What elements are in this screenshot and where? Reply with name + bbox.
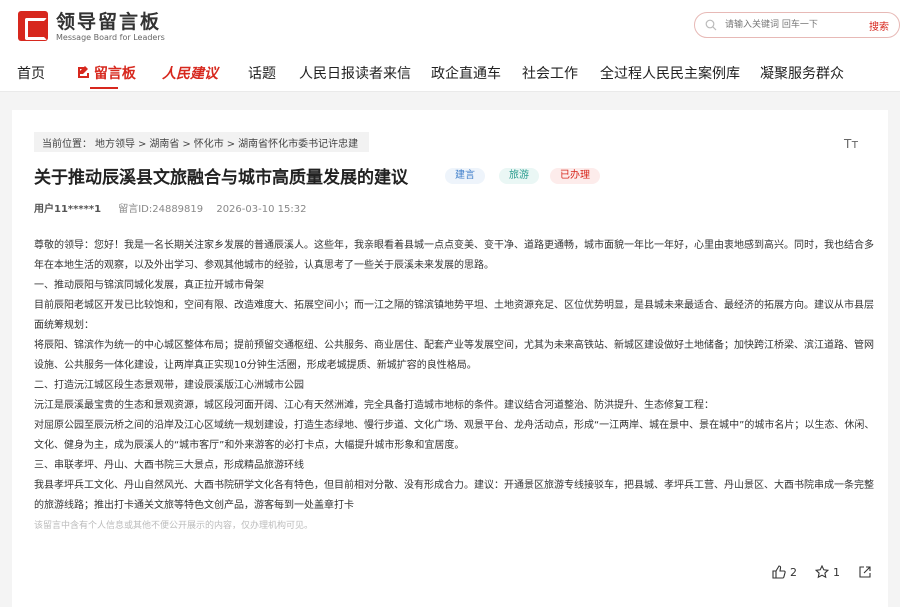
logo-subtitle: Message Board for Leaders <box>56 33 165 42</box>
logo-icon <box>18 11 48 41</box>
nav-people-suggestion[interactable]: 人民建议 <box>162 63 218 83</box>
message-body: 尊敬的领导：您好！我是一名长期关注家乡发展的普通辰溪人。这些年，我亲眼看着县城一… <box>34 236 878 536</box>
nav-serve-masses[interactable]: 凝聚服务群众 <box>760 63 844 83</box>
breadcrumb-leader[interactable]: 湖南省怀化市委书记许忠建 <box>238 139 358 150</box>
message-id: 留言ID:24889819 <box>118 204 204 215</box>
message-card: 当前位置： 地方领导 > 湖南省 > 怀化市 > 湖南省怀化市委书记许忠建 Tт 关于推动辰溪… <box>12 110 888 607</box>
like-button[interactable]: 2 <box>772 565 797 579</box>
body-heading: 三、串联孝坪、丹山、大酉书院三大景点，形成精品旅游环线 <box>34 460 304 471</box>
nav-message-board-label: 留言板 <box>93 66 136 82</box>
breadcrumb-hunan[interactable]: 湖南省 <box>149 139 179 150</box>
main-nav: 首页 留言板 人民建议 话题 人民日报读者来信 政企直通车 社会工作 全过程人民… <box>0 60 900 90</box>
message-board-icon <box>78 66 89 78</box>
breadcrumb-local-leaders[interactable]: 地方领导 <box>95 139 135 150</box>
search-box: 搜索 <box>694 12 900 38</box>
breadcrumb-separator: > <box>138 139 147 150</box>
body-heading: 二、打造沅江城区段生态景观带，建设辰溪版江心洲城市公园 <box>34 380 304 391</box>
site-logo[interactable]: 领导留言板 Message Board for Leaders <box>18 11 165 43</box>
tag-suggestion: 建言 <box>445 168 485 184</box>
search-icon <box>705 19 717 31</box>
top-header: 领导留言板 Message Board for Leaders 搜索 首页 留言… <box>0 0 900 92</box>
breadcrumb: 当前位置： 地方领导 > 湖南省 > 怀化市 > 湖南省怀化市委书记许忠建 <box>34 132 370 152</box>
body-paragraph: 将辰阳、锦滨作为统一的中心城区整体布局；提前预留交通枢纽、公共服务、商业居住、配… <box>34 340 874 371</box>
share-button[interactable] <box>858 565 876 579</box>
share-icon <box>859 566 871 578</box>
body-paragraph: 沅江是辰溪最宝贵的生态和景观资源，城区段河面开阔、江心有天然洲滩，完全具备打造城… <box>34 400 714 411</box>
nav-social-work[interactable]: 社会工作 <box>522 63 578 83</box>
nav-enterprise-express[interactable]: 政企直通车 <box>431 63 501 83</box>
body-paragraph: 我县孝坪兵工文化、丹山自然风光、大酉书院研学文化各有特色，但目前相对分散、没有形… <box>34 480 874 511</box>
like-count: 2 <box>790 565 797 579</box>
nav-democracy-cases[interactable]: 全过程人民民主案例库 <box>600 63 740 83</box>
search-input[interactable] <box>725 17 845 33</box>
post-datetime: 2026-03-10 15:32 <box>216 204 307 215</box>
post-actions: 2 1 <box>754 565 876 579</box>
body-paragraph: 对屈原公园至辰沅桥之间的沿岸及江心区域统一规划建设，打造生态绿地、慢行步道、文化… <box>34 420 875 451</box>
page-title: 关于推动辰溪县文旅融合与城市高质量发展的建议 <box>34 168 408 188</box>
nav-home[interactable]: 首页 <box>17 63 45 83</box>
author-name: 用户11*****1 <box>34 204 102 215</box>
nav-readers-letters[interactable]: 人民日报读者来信 <box>299 63 411 83</box>
breadcrumb-separator: > <box>182 139 191 150</box>
active-tab-indicator <box>90 87 118 89</box>
privacy-note: 该留言中含有个人信息或其他不便公开展示的内容，仅办理机构可见。 <box>34 521 314 531</box>
thumbs-up-icon <box>772 565 786 579</box>
star-icon <box>815 565 829 579</box>
nav-topics[interactable]: 话题 <box>248 63 276 83</box>
tag-tourism: 旅游 <box>499 168 539 184</box>
body-paragraph: 目前辰阳老城区开发已比较饱和，空间有限、改造难度大、拓展空间小；而一江之隔的锦滨… <box>34 300 874 331</box>
font-size-icon[interactable]: Tт <box>844 137 858 151</box>
breadcrumb-prefix: 当前位置： <box>42 139 92 150</box>
body-paragraph: 尊敬的领导：您好！我是一名长期关注家乡发展的普通辰溪人。这些年，我亲眼看着县城一… <box>34 240 874 271</box>
nav-message-board[interactable]: 留言板 <box>76 63 136 83</box>
favorite-count: 1 <box>833 565 840 579</box>
logo-title: 领导留言板 <box>56 11 162 33</box>
breadcrumb-huaihua[interactable]: 怀化市 <box>194 139 224 150</box>
status-badge: 已办理 <box>550 168 600 184</box>
body-heading: 一、推动辰阳与锦滨同城化发展，真正拉开城市骨架 <box>34 280 264 291</box>
breadcrumb-separator: > <box>226 139 236 150</box>
search-button[interactable]: 搜索 <box>869 18 889 33</box>
favorite-button[interactable]: 1 <box>815 565 840 579</box>
post-meta: 用户11*****1 留言ID:24889819 2026-03-10 15:3… <box>34 200 306 215</box>
